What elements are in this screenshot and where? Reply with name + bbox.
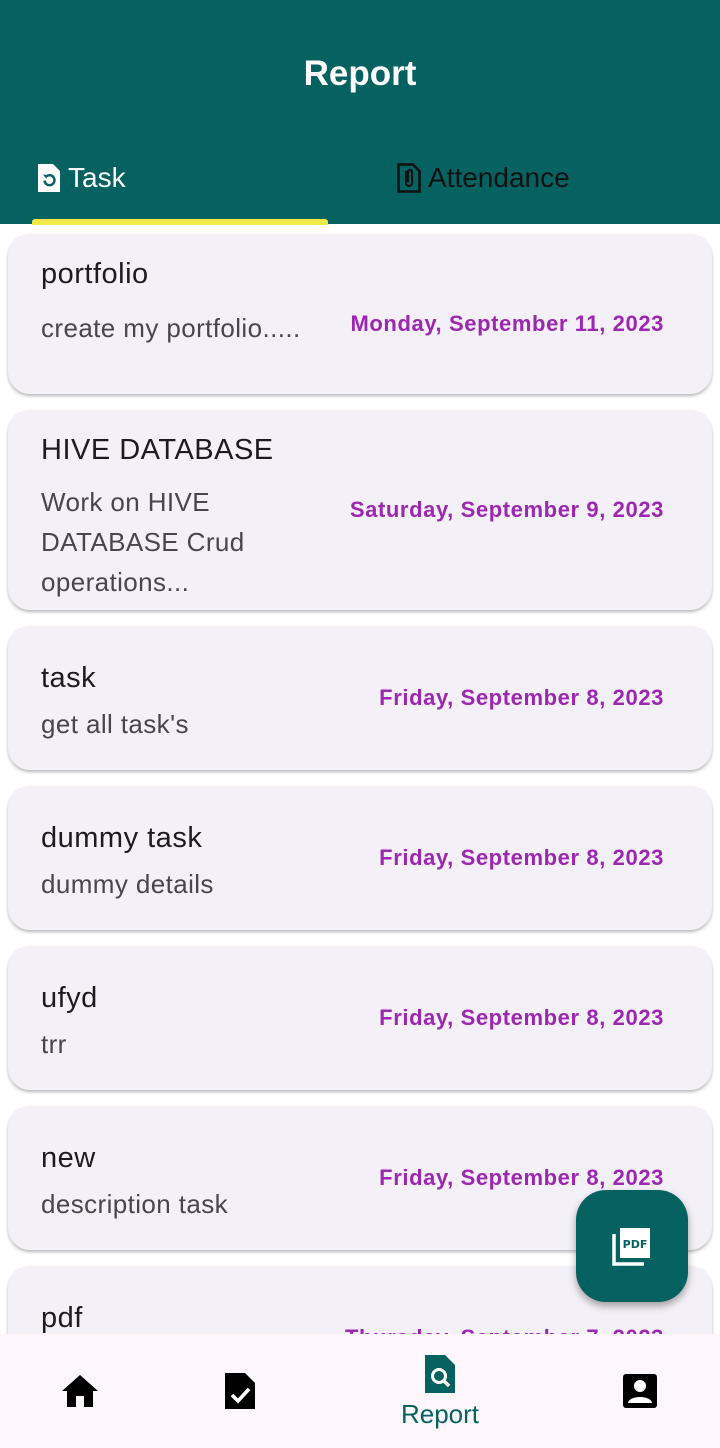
task-card[interactable]: HIVE DATABASE Work on HIVE DATABASE Crud… (8, 410, 712, 610)
account-box-icon (622, 1373, 658, 1409)
export-pdf-button[interactable]: PDF (576, 1190, 688, 1302)
task-title: dummy task (41, 822, 203, 854)
tab-attendance[interactable]: Attendance (396, 150, 570, 206)
nav-profile[interactable] (550, 1334, 720, 1448)
report-search-icon (423, 1353, 457, 1395)
task-card[interactable]: ufyd trr Friday, September 8, 2023 (8, 946, 712, 1090)
task-list[interactable]: portfolio create my portfolio..... Monda… (0, 224, 720, 1334)
attach-file-icon (396, 162, 422, 194)
task-date: Monday, September 11, 2023 (350, 311, 664, 336)
task-check-icon (223, 1371, 257, 1411)
bottom-navigation: Report (0, 1334, 720, 1448)
nav-home[interactable] (0, 1334, 170, 1448)
app-bar: Report Task Attendance (0, 0, 720, 225)
tab-task-label: Task (68, 162, 126, 193)
nav-tasks[interactable] (150, 1334, 330, 1448)
picture-as-pdf-icon: PDF (610, 1224, 654, 1268)
task-date: Friday, September 8, 2023 (379, 685, 664, 710)
nav-report-label: Report (400, 1399, 480, 1429)
task-date: Thursday, September 7, 2023 (345, 1322, 664, 1334)
task-description: description task (41, 1189, 229, 1219)
task-file-icon (36, 162, 62, 194)
home-icon (60, 1373, 100, 1409)
tab-task[interactable]: Task (36, 150, 126, 206)
task-title: new (41, 1142, 96, 1174)
page-title: Report (303, 54, 417, 93)
task-date: Friday, September 8, 2023 (379, 1005, 664, 1030)
task-card[interactable]: task get all task's Friday, September 8,… (8, 626, 712, 770)
tab-attendance-label: Attendance (428, 162, 570, 193)
task-title: task (41, 662, 97, 694)
task-description: dummy details (41, 869, 214, 899)
task-title: ufyd (41, 982, 98, 1014)
task-description: trr (41, 1029, 67, 1059)
task-description: create my portfolio..... (41, 313, 301, 343)
task-description: Work on HIVE DATABASE Crud operations... (41, 487, 245, 597)
task-description: get all task's (41, 709, 189, 739)
task-title: portfolio (41, 258, 149, 290)
task-card[interactable]: dummy task dummy details Friday, Septemb… (8, 786, 712, 930)
svg-text:PDF: PDF (623, 1238, 648, 1251)
nav-report[interactable]: Report (350, 1334, 530, 1448)
task-date: Saturday, September 9, 2023 (349, 497, 664, 522)
task-date: Friday, September 8, 2023 (379, 845, 664, 870)
task-title: HIVE DATABASE (41, 434, 274, 466)
task-title: pdf (41, 1302, 83, 1334)
task-card[interactable]: portfolio create my portfolio..... Monda… (8, 234, 712, 394)
